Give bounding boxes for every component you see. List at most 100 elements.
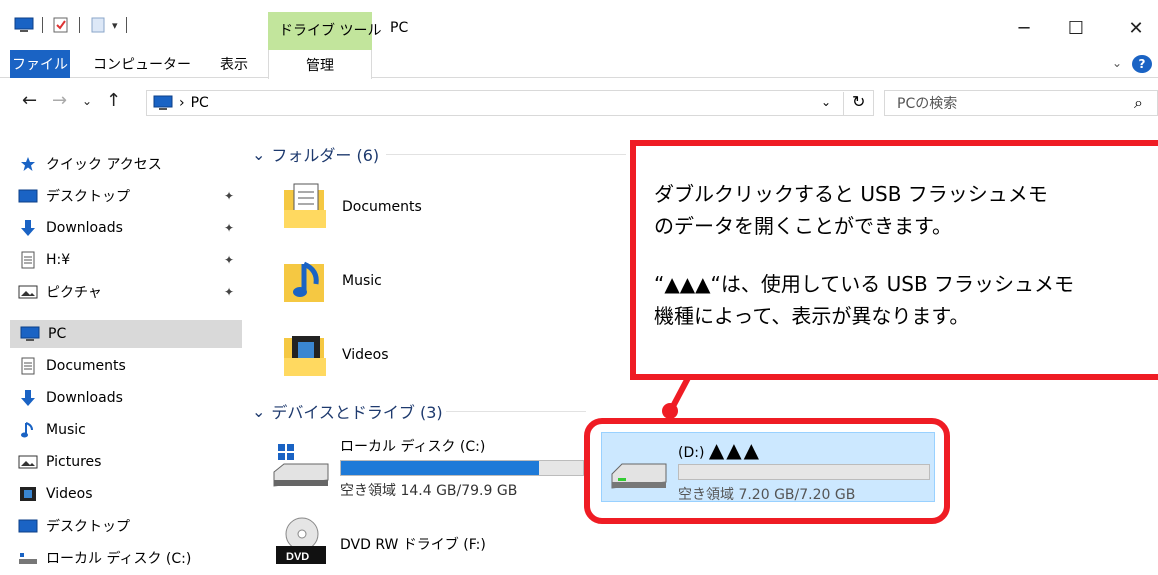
sidebar-item-pictures[interactable]: ピクチャ ✦ <box>18 278 238 306</box>
desktop-icon <box>18 187 38 205</box>
sidebar-item-local-disk-c[interactable]: ローカル ディスク (C:) <box>18 544 238 572</box>
sidebar-item-pc[interactable]: PC <box>10 320 242 348</box>
folder-music[interactable]: Music <box>282 256 382 306</box>
search-box[interactable]: PCの検索 ⌕ <box>884 90 1158 116</box>
sidebar-item-desktop[interactable]: デスクトップ ✦ <box>18 182 238 210</box>
separator <box>125 17 127 33</box>
pictures-icon <box>18 283 38 301</box>
sidebar-item-documents[interactable]: Documents <box>18 352 238 380</box>
properties-check-icon[interactable] <box>51 16 71 34</box>
devices-group-label: デバイスとドライブ (3) <box>271 403 443 422</box>
quick-access-toolbar: ▾ <box>14 14 131 36</box>
pin-icon[interactable]: ✦ <box>224 253 234 267</box>
videos-folder-icon <box>282 330 328 380</box>
sidebar-item-label: ローカル ディスク (C:) <box>46 551 192 567</box>
callout-text-line: ダブルクリックすると USB フラッシュメモ <box>654 182 1048 206</box>
computer-icon[interactable] <box>14 16 34 34</box>
separator <box>42 17 43 33</box>
folder-label: Music <box>342 273 382 289</box>
annotation-highlight-ring <box>584 418 950 524</box>
forward-button[interactable]: → <box>52 90 67 111</box>
pictures-icon <box>18 453 38 471</box>
address-dropdown-icon[interactable]: ⌄ <box>821 95 831 109</box>
address-bar[interactable]: › PC ⌄ ↻ <box>146 90 874 116</box>
chevron-down-icon[interactable]: ⌄ <box>252 145 265 164</box>
computer-icon <box>20 325 40 343</box>
breadcrumb-separator[interactable]: › <box>179 95 185 111</box>
music-folder-icon <box>282 256 328 306</box>
divider <box>386 154 626 155</box>
drive-usage-bar <box>340 460 584 476</box>
callout-anchor-dot <box>662 403 678 419</box>
callout-text-line: “▲▲▲“は、使用している USB フラッシュメモ <box>654 272 1075 296</box>
download-arrow-icon <box>18 219 38 237</box>
sidebar-item-label: PC <box>48 326 67 342</box>
tab-view[interactable]: 表示 <box>208 50 260 78</box>
sidebar-item-downloads[interactable]: Downloads <box>18 384 238 412</box>
chevron-down-icon[interactable]: ⌄ <box>1112 56 1122 70</box>
drive-dvd-f[interactable]: DVD DVD RW ドライブ (F:) <box>272 514 486 574</box>
sidebar-item-label: デスクトップ <box>46 519 130 535</box>
folders-group-header[interactable]: ⌄ フォルダー (6) <box>252 142 379 166</box>
tab-file[interactable]: ファイル <box>10 50 70 78</box>
computer-icon <box>153 94 173 112</box>
sidebar-item-music[interactable]: Music <box>18 416 238 444</box>
tab-computer[interactable]: コンピューター <box>92 50 192 78</box>
sidebar-item-label: Downloads <box>46 390 123 406</box>
documents-folder-icon <box>282 182 328 232</box>
drive-usage-fill <box>341 461 540 475</box>
folder-label: Documents <box>342 199 422 215</box>
tab-manage[interactable]: 管理 <box>268 50 372 79</box>
film-icon <box>18 485 38 503</box>
sidebar-item-h-drive[interactable]: H:¥ ✦ <box>18 246 238 274</box>
drive-icon <box>18 549 38 567</box>
maximize-button[interactable]: ☐ <box>1056 12 1096 44</box>
title-bar: ▾ ドライブ ツール PC ─ ☐ ✕ <box>0 0 1158 50</box>
desktop-icon <box>18 517 38 535</box>
callout-text-line: 機種によって、表示が異なります。 <box>654 304 970 328</box>
devices-group-header[interactable]: ⌄ デバイスとドライブ (3) <box>252 399 443 423</box>
document-icon <box>18 251 38 269</box>
sidebar-item-label: Videos <box>46 486 93 502</box>
refresh-button[interactable]: ↻ <box>843 92 865 116</box>
star-icon <box>18 155 38 173</box>
callout-text-line: のデータを開くことができます。 <box>654 214 952 238</box>
ribbon-tabs: ファイル コンピューター 表示 管理 ⌄ ? <box>0 50 1158 79</box>
minimize-button[interactable]: ─ <box>1004 12 1044 44</box>
pin-icon[interactable]: ✦ <box>224 189 234 203</box>
sidebar-item-label: デスクトップ <box>46 189 130 205</box>
sidebar-item-label: Documents <box>46 358 126 374</box>
up-button[interactable]: ↑ <box>106 90 121 111</box>
recent-locations-button[interactable]: ⌄ <box>82 94 92 108</box>
sidebar-item-label: Pictures <box>46 454 102 470</box>
back-button[interactable]: ← <box>22 90 37 111</box>
close-button[interactable]: ✕ <box>1116 12 1156 44</box>
folder-videos[interactable]: Videos <box>282 330 389 380</box>
sidebar-item-desktop[interactable]: デスクトップ <box>18 512 238 540</box>
pin-icon[interactable]: ✦ <box>224 285 234 299</box>
address-toolbar: ← → ⌄ ↑ › PC ⌄ ↻ PCの検索 ⌕ <box>0 84 1158 120</box>
download-arrow-icon <box>18 389 38 407</box>
document-icon <box>18 357 38 375</box>
drive-local-disk-c[interactable]: ローカル ディスク (C:) 空き領域 14.4 GB/79.9 GB <box>272 436 584 500</box>
windows-drive-icon <box>272 436 330 500</box>
search-placeholder: PCの検索 <box>897 96 958 112</box>
folder-documents[interactable]: Documents <box>282 182 422 232</box>
sidebar-item-downloads[interactable]: Downloads ✦ <box>18 214 238 242</box>
qat-dropdown-icon[interactable]: ▾ <box>112 19 118 32</box>
sidebar-item-videos[interactable]: Videos <box>18 480 238 508</box>
sidebar-item-label: Music <box>46 422 86 438</box>
help-icon[interactable]: ? <box>1132 55 1152 73</box>
pin-icon[interactable]: ✦ <box>224 221 234 235</box>
sidebar-item-label: クイック アクセス <box>46 157 162 173</box>
separator <box>79 17 80 33</box>
chevron-down-icon[interactable]: ⌄ <box>252 402 265 421</box>
drive-tools-label: ドライブ ツール <box>279 23 382 39</box>
drive-name: ローカル ディスク (C:) <box>340 439 486 455</box>
sidebar-item-pictures[interactable]: Pictures <box>18 448 238 476</box>
sidebar-item-label: H:¥ <box>46 252 71 268</box>
breadcrumb-pc[interactable]: PC <box>191 95 209 111</box>
sidebar-item-quick-access[interactable]: クイック アクセス <box>18 150 238 178</box>
new-folder-icon[interactable] <box>88 16 108 34</box>
search-icon[interactable]: ⌕ <box>1134 93 1143 113</box>
